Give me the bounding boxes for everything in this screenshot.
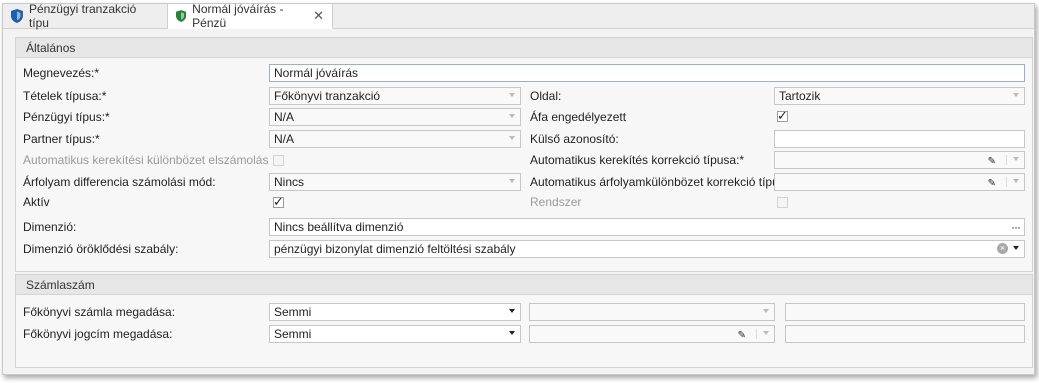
kulso-azonosito-label: Külső azonosító:	[530, 132, 619, 146]
rendszer-checkbox[interactable]	[777, 197, 788, 208]
separator	[1006, 177, 1007, 187]
tab-bar: Pénzügyi tranzakció típu Normál jóváírás…	[3, 2, 1034, 30]
tab-normal-jovairas[interactable]: Normál jóváírás - Pénzü ✕	[168, 2, 333, 30]
oldal-value: Tartozik	[779, 89, 821, 103]
dimenzio-label: Dimenzió:	[23, 220, 77, 234]
check-icon: ✓	[777, 108, 788, 123]
tab-penzugyi-tranzakcio-tipus[interactable]: Pénzügyi tranzakció típu	[3, 2, 168, 30]
auto-arfolyam-korrekcio-label: Automatikus árfolyamkülönbözet korrekció…	[530, 175, 793, 189]
chevron-down-icon[interactable]	[1013, 246, 1019, 250]
kulso-azonosito-input[interactable]	[774, 130, 1025, 148]
dim-orokl-value: pénzügyi bizonylat dimenzió feltöltési s…	[274, 242, 516, 256]
dimenzio-input[interactable]: Nincs beállítva dimenzió ···	[269, 218, 1025, 236]
dimenzio-value: Nincs beállítva dimenzió	[274, 220, 404, 234]
chevron-down-icon	[509, 179, 515, 183]
clear-icon[interactable]: ×	[997, 243, 1008, 254]
oldal-label: Oldal:	[530, 89, 562, 103]
chevron-down-icon	[1013, 157, 1019, 161]
auto-kerekites-korrekcio-select[interactable]: ✎	[774, 151, 1025, 169]
fokonyvi-jogcim-select[interactable]: Semmi	[269, 325, 521, 343]
pencil-icon[interactable]: ✎	[738, 328, 746, 342]
rendszer-label: Rendszer	[530, 195, 582, 209]
megnevezes-label: Megnevezés:*	[23, 66, 100, 80]
arfolyam-mod-value: Nincs	[274, 175, 305, 189]
oldal-select[interactable]: Tartozik	[774, 87, 1025, 105]
penzugyi-tipus-value: N/A	[274, 110, 295, 124]
partner-tipus-label: Partner típus:*	[23, 132, 100, 146]
auto-arfolyam-korrekcio-select[interactable]: ✎	[774, 173, 1025, 191]
aktiv-label: Aktív	[23, 195, 50, 209]
penzugyi-tipus-label: Pénzügyi típus:*	[23, 110, 110, 124]
partner-tipus-select[interactable]: N/A	[269, 130, 521, 148]
general-group-header: Általános	[16, 38, 1032, 58]
szamlaszam-group-header: Számlaszám	[16, 275, 1032, 295]
fokonyvi-szamla-select[interactable]: Semmi	[269, 303, 521, 321]
auto-kerekites-korrekcio-label: Automatikus kerekítés korrekció típusa:*	[530, 153, 745, 167]
tetelek-tipusa-value: Főkönyvi tranzakció	[274, 89, 381, 103]
fokonyvi-szamla-text[interactable]	[785, 303, 1025, 321]
chevron-down-icon	[763, 309, 769, 313]
auto-kerekitesi-checkbox[interactable]	[273, 155, 284, 166]
window: Pénzügyi tranzakció típu Normál jóváírás…	[2, 2, 1035, 375]
tetelek-tipusa-label: Tételek típusa:*	[23, 89, 107, 103]
fokonyvi-szamla-label: Főkönyvi számla megadása:	[23, 305, 176, 319]
chevron-down-icon	[763, 331, 769, 335]
tetelek-tipusa-select[interactable]: Főkönyvi tranzakció	[269, 87, 521, 105]
check-icon: ✓	[273, 194, 284, 209]
tab-label: Pénzügyi tranzakció típu	[28, 2, 137, 30]
megnevezes-input[interactable]: Normál jóváírás	[269, 64, 1025, 82]
dim-orokl-select[interactable]: pénzügyi bizonylat dimenzió feltöltési s…	[269, 240, 1025, 258]
chevron-down-icon	[1013, 179, 1019, 183]
fokonyvi-jogcim-value: Semmi	[274, 327, 312, 341]
fokonyvi-jogcim-text[interactable]	[785, 325, 1025, 343]
chevron-down-icon	[509, 93, 515, 97]
fokonyvi-szamla-select-2[interactable]	[529, 303, 775, 321]
shield-icon	[176, 10, 187, 22]
afa-label: Áfa engedélyezett	[530, 110, 627, 124]
afa-checkbox[interactable]: ✓	[777, 108, 788, 123]
fokonyvi-szamla-value: Semmi	[274, 305, 312, 319]
aktiv-checkbox[interactable]: ✓	[273, 194, 284, 209]
megnevezes-value: Normál jóváírás	[274, 66, 359, 80]
chevron-down-icon	[509, 331, 515, 335]
separator	[1006, 155, 1007, 165]
szamlaszam-group: Számlaszám	[15, 274, 1033, 368]
auto-kerekitesi-label: Automatikus kerekítési különbözet elszám…	[23, 153, 269, 167]
tab-label: Normál jóváírás - Pénzü	[192, 2, 284, 30]
chevron-down-icon	[1013, 93, 1019, 97]
chevron-down-icon	[509, 309, 515, 313]
partner-tipus-value: N/A	[274, 132, 295, 146]
penzugyi-tipus-select[interactable]: N/A	[269, 108, 521, 126]
chevron-down-icon	[509, 136, 515, 140]
arfolyam-mod-select[interactable]: Nincs	[269, 173, 521, 191]
separator	[756, 329, 757, 339]
more-icon[interactable]: ···	[1011, 219, 1021, 235]
fokonyvi-jogcim-label: Főkönyvi jogcím megadása:	[23, 327, 173, 341]
pencil-icon[interactable]: ✎	[988, 154, 996, 168]
fokonyvi-jogcim-select-2[interactable]: ✎	[529, 325, 775, 343]
pencil-icon[interactable]: ✎	[988, 176, 996, 190]
chevron-down-icon	[509, 114, 515, 118]
close-icon[interactable]: ✕	[313, 8, 324, 24]
arfolyam-mod-label: Árfolyam differencia számolási mód:	[23, 175, 216, 189]
shield-icon	[11, 9, 23, 23]
dim-orokl-label: Dimenzió öröklődési szabály:	[23, 242, 179, 256]
